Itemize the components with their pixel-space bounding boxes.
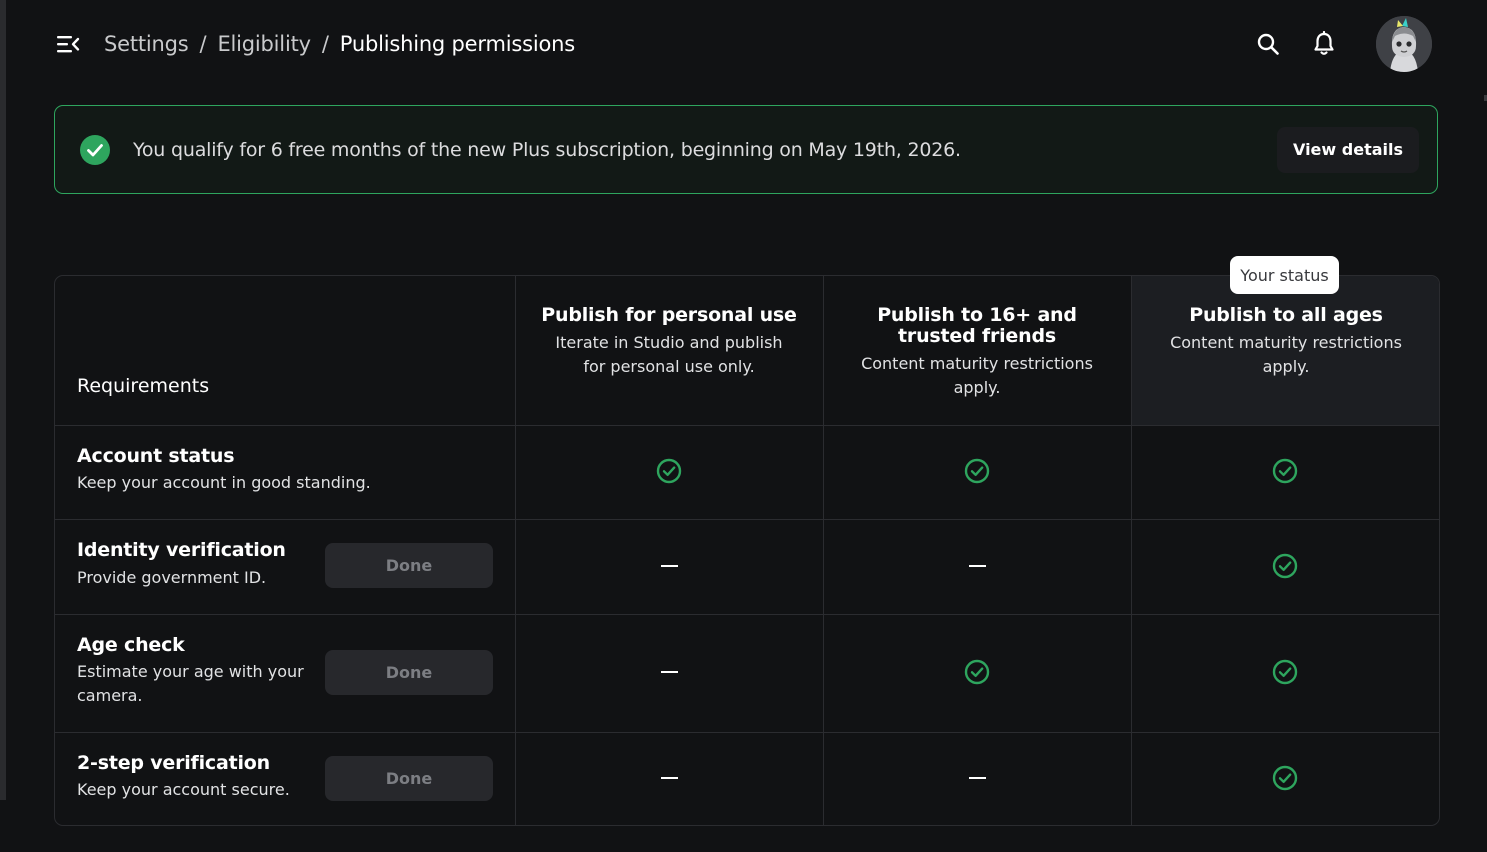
check-circle-icon [1272,765,1298,791]
check-circle-icon [964,458,990,484]
row-title-age-check: Age check [77,634,185,656]
row-description: Estimate your age with your camera. [77,662,304,705]
column-description: Content maturity restrictions apply. [1170,333,1402,376]
row-divider [55,519,1439,520]
banner-message: You qualify for 6 free months of the new… [133,138,961,161]
your-status-badge: Your status [1230,256,1339,294]
check-circle-icon [964,659,990,685]
row-divider [55,425,1439,426]
row-description: Keep your account in good standing. [77,473,371,492]
check-circle-icon [1272,458,1298,484]
column-description: Content maturity restrictions apply. [861,354,1093,397]
column-title: Publish to 16+ and trusted friends [877,304,1077,347]
dash-icon [969,777,986,779]
search-icon[interactable] [1254,30,1282,58]
subscription-banner: You qualify for 6 free months of the new… [54,105,1438,194]
identity-done-button[interactable]: Done [325,543,493,588]
row-title-2-step-verification: 2-step verification [77,752,270,774]
top-bar: Settings / Eligibility / Publishing perm… [56,16,1432,72]
check-circle-icon [79,134,111,166]
window-edge [0,0,6,800]
column-title: Publish for personal use [541,304,797,326]
check-circle-icon [1272,659,1298,685]
row-description: Provide government ID. [77,568,267,587]
breadcrumb-publishing-permissions: Publishing permissions [339,32,575,56]
menu-collapse-icon[interactable] [56,32,80,56]
breadcrumb: Settings / Eligibility / Publishing perm… [104,32,575,56]
avatar[interactable] [1376,16,1432,72]
2-step-done-button[interactable]: Done [325,756,493,801]
column-header-personal-use: Publish for personal use Iterate in Stud… [515,305,823,379]
age-check-done-button[interactable]: Done [325,650,493,695]
bell-icon[interactable] [1310,30,1338,58]
column-header-all-ages: Publish to all ages Content maturity res… [1131,304,1439,379]
check-circle-icon [1272,553,1298,579]
dash-icon [969,565,986,567]
breadcrumb-eligibility[interactable]: Eligibility [217,32,311,56]
requirements-heading: Requirements [77,375,210,397]
row-title-identity-verification: Identity verification [77,539,286,561]
breadcrumb-separator: / [321,32,329,56]
dash-icon [661,565,678,567]
breadcrumb-settings[interactable]: Settings [104,32,189,56]
row-divider [55,614,1439,615]
breadcrumb-separator: / [199,32,207,56]
row-description: Keep your account secure. [77,780,290,799]
column-header-16-plus: Publish to 16+ and trusted friends Conte… [823,305,1131,400]
column-description: Iterate in Studio and publish for person… [555,333,783,376]
dash-icon [661,671,678,673]
row-title-account-status: Account status [77,445,235,467]
check-circle-icon [656,458,682,484]
requirements-table: Requirements Publish for personal use It… [54,275,1440,826]
row-divider [55,732,1439,733]
view-details-button[interactable]: View details [1276,126,1419,173]
column-title: Publish to all ages [1189,304,1383,326]
dash-icon [661,777,678,779]
